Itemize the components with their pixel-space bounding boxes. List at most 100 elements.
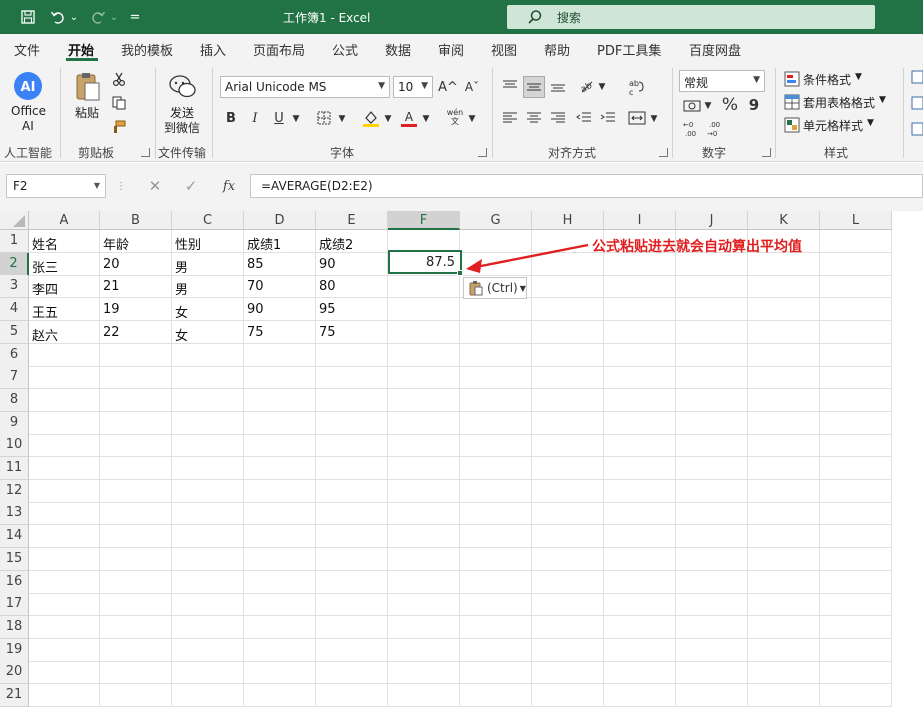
cell-d21[interactable] bbox=[244, 684, 316, 707]
cell-a10[interactable] bbox=[29, 434, 100, 458]
number-launcher-icon[interactable] bbox=[762, 148, 771, 157]
italic-button[interactable]: I bbox=[246, 108, 264, 128]
cell-c8[interactable] bbox=[172, 388, 244, 412]
cell-i3[interactable] bbox=[604, 275, 676, 299]
phonetic-guide-icon[interactable]: wén 文 bbox=[444, 106, 466, 128]
cell-c19[interactable] bbox=[172, 638, 244, 662]
cell-k19[interactable] bbox=[748, 638, 820, 662]
cell-b16[interactable] bbox=[100, 570, 172, 594]
number-format-select[interactable]: 常规 ▼ bbox=[679, 70, 765, 92]
cell-d13[interactable] bbox=[244, 502, 316, 526]
cell-c5[interactable]: 女 bbox=[172, 320, 244, 344]
cell-g7[interactable] bbox=[460, 366, 532, 390]
orientation-icon[interactable]: ab bbox=[576, 76, 596, 96]
cell-e3[interactable]: 80 bbox=[316, 275, 388, 299]
row-header-11[interactable]: 11 bbox=[0, 457, 29, 480]
cell-h6[interactable] bbox=[532, 343, 604, 367]
chevron-down-icon[interactable]: ▼ bbox=[867, 118, 874, 128]
cell-g18[interactable] bbox=[460, 615, 532, 639]
cell-j8[interactable] bbox=[676, 388, 748, 412]
row-header-10[interactable]: 10 bbox=[0, 434, 29, 458]
cell-c16[interactable] bbox=[172, 570, 244, 594]
cell-d8[interactable] bbox=[244, 388, 316, 412]
cell-k20[interactable] bbox=[748, 661, 820, 685]
cell-a4[interactable]: 王五 bbox=[29, 298, 100, 322]
cell-c13[interactable] bbox=[172, 502, 244, 526]
cell-i20[interactable] bbox=[604, 661, 676, 685]
tab-help[interactable]: 帮助 bbox=[544, 40, 570, 59]
cell-k16[interactable] bbox=[748, 570, 820, 594]
wrap-text-icon[interactable]: ab c bbox=[624, 76, 648, 98]
tab-data[interactable]: 数据 bbox=[385, 40, 411, 59]
cell-g6[interactable] bbox=[460, 343, 532, 367]
cell-j5[interactable] bbox=[676, 320, 748, 344]
comma-style-button[interactable]: 9 bbox=[745, 94, 763, 116]
chevron-down-icon[interactable]: ▼ bbox=[855, 72, 862, 82]
cell-d6[interactable] bbox=[244, 343, 316, 367]
cell-e2[interactable]: 90 bbox=[316, 252, 388, 276]
cell-b8[interactable] bbox=[100, 388, 172, 412]
cell-e4[interactable]: 95 bbox=[316, 298, 388, 322]
cell-c15[interactable] bbox=[172, 547, 244, 571]
drag-handle-icon[interactable]: ⋮ bbox=[116, 177, 126, 195]
tab-pdf-tools[interactable]: PDF工具集 bbox=[597, 40, 661, 59]
redo-icon[interactable] bbox=[88, 8, 108, 26]
cell-b14[interactable] bbox=[100, 525, 172, 549]
cell-b17[interactable] bbox=[100, 593, 172, 617]
cell-i4[interactable] bbox=[604, 298, 676, 322]
cell-i15[interactable] bbox=[604, 547, 676, 571]
cell-a18[interactable] bbox=[29, 615, 100, 639]
cell-e1[interactable]: 成绩2 bbox=[316, 230, 388, 253]
cell-c11[interactable] bbox=[172, 457, 244, 480]
cell-g20[interactable] bbox=[460, 661, 532, 685]
cell-g16[interactable] bbox=[460, 570, 532, 594]
cell-e11[interactable] bbox=[316, 457, 388, 480]
cell-i11[interactable] bbox=[604, 457, 676, 480]
cell-f16[interactable] bbox=[388, 570, 460, 594]
increase-indent-icon[interactable] bbox=[598, 108, 618, 128]
cell-g8[interactable] bbox=[460, 388, 532, 412]
cell-c20[interactable] bbox=[172, 661, 244, 685]
format-painter-icon[interactable] bbox=[110, 118, 128, 136]
cell-j18[interactable] bbox=[676, 615, 748, 639]
cancel-icon[interactable]: ✕ bbox=[146, 177, 164, 195]
name-box[interactable]: F2 ▼ bbox=[6, 174, 106, 198]
increase-decimal-icon[interactable]: ←0.00 bbox=[682, 118, 702, 138]
cell-c21[interactable] bbox=[172, 684, 244, 707]
cell-h19[interactable] bbox=[532, 638, 604, 662]
decrease-decimal-icon[interactable]: .00 →0 bbox=[706, 118, 726, 138]
cell-styles-label[interactable]: 单元格样式 bbox=[803, 117, 863, 134]
cell-l4[interactable] bbox=[820, 298, 892, 322]
cell-k21[interactable] bbox=[748, 684, 820, 707]
chevron-down-icon[interactable]: ▼ bbox=[420, 110, 432, 128]
tab-formulas[interactable]: 公式 bbox=[332, 40, 358, 59]
cell-d9[interactable] bbox=[244, 411, 316, 435]
font-size-select[interactable]: 10 ▼ bbox=[393, 76, 433, 98]
insert-function-icon[interactable]: fx bbox=[218, 177, 240, 195]
underline-button[interactable]: U bbox=[270, 108, 288, 128]
cell-e15[interactable] bbox=[316, 547, 388, 571]
tab-home[interactable]: 开始 bbox=[68, 40, 94, 59]
cell-j11[interactable] bbox=[676, 457, 748, 480]
cell-l14[interactable] bbox=[820, 525, 892, 549]
cell-j9[interactable] bbox=[676, 411, 748, 435]
wechat-icon[interactable] bbox=[168, 72, 198, 102]
cell-c2[interactable]: 男 bbox=[172, 252, 244, 276]
cell-styles-icon[interactable] bbox=[783, 116, 801, 134]
align-bottom-icon[interactable] bbox=[548, 76, 568, 96]
cell-b13[interactable] bbox=[100, 502, 172, 526]
column-header-l[interactable]: L bbox=[820, 211, 892, 230]
selected-cell-f2[interactable]: 87.5 bbox=[388, 250, 462, 274]
cell-b19[interactable] bbox=[100, 638, 172, 662]
cell-l16[interactable] bbox=[820, 570, 892, 594]
chevron-down-icon[interactable]: ▼ bbox=[336, 110, 348, 128]
cell-l1[interactable] bbox=[820, 230, 892, 253]
cell-b20[interactable] bbox=[100, 661, 172, 685]
tab-my-templates[interactable]: 我的模板 bbox=[121, 40, 173, 59]
cell-f6[interactable] bbox=[388, 343, 460, 367]
cell-i9[interactable] bbox=[604, 411, 676, 435]
cell-e19[interactable] bbox=[316, 638, 388, 662]
delete-cells-icon[interactable] bbox=[911, 96, 923, 110]
cell-b4[interactable]: 19 bbox=[100, 298, 172, 322]
cell-c17[interactable] bbox=[172, 593, 244, 617]
